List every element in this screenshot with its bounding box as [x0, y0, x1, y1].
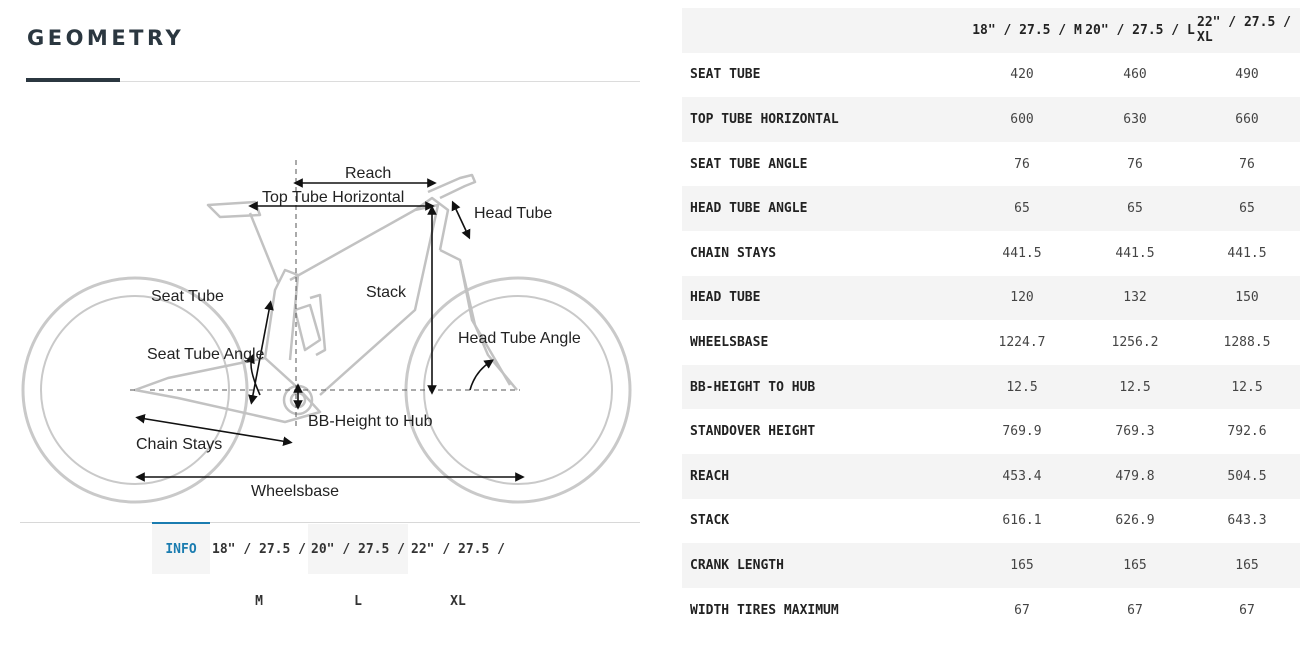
- row-label: TOP TUBE HORIZONTAL: [690, 111, 839, 127]
- chain-stays-label: Chain Stays: [136, 436, 222, 453]
- row-label: BB-HEIGHT TO HUB: [690, 379, 816, 395]
- title-accent-bar: [26, 78, 120, 82]
- tab-info[interactable]: INFO: [152, 522, 210, 574]
- cell-value: 67: [1239, 602, 1255, 618]
- table-row: BB-HEIGHT TO HUB 12.5 12.5 12.5: [682, 364, 1300, 410]
- cell-value: 165: [1235, 557, 1259, 573]
- geometry-table: 18" / 27.5 / M 20" / 27.5 / L 22" / 27.5…: [682, 8, 1300, 632]
- cell-value: 453.4: [1002, 468, 1042, 484]
- row-label: HEAD TUBE: [690, 290, 761, 306]
- cell-value: 12.5: [1119, 379, 1151, 395]
- cell-value: 441.5: [1227, 245, 1267, 261]
- cell-value: 769.3: [1115, 424, 1155, 440]
- cell-value: 65: [1127, 201, 1143, 217]
- stack-label: Stack: [366, 284, 407, 301]
- cell-value: 616.1: [1002, 513, 1042, 529]
- cell-value: 660: [1235, 111, 1259, 127]
- head-tube-label: Head Tube: [474, 205, 552, 222]
- row-label: HEAD TUBE ANGLE: [690, 201, 808, 217]
- column-header-l: 20" / 27.5 / L: [1085, 22, 1195, 38]
- table-row: SEAT TUBE ANGLE 76 76 76: [682, 142, 1300, 187]
- row-label: WHEELSBASE: [690, 334, 769, 350]
- row-label: SEAT TUBE: [690, 67, 761, 83]
- cell-value: 643.3: [1227, 513, 1267, 529]
- table-row: SEAT TUBE 420 460 490: [682, 53, 1300, 98]
- cell-value: 12.5: [1231, 379, 1263, 395]
- cell-value: 460: [1123, 67, 1147, 83]
- tabs-divider: [20, 522, 640, 523]
- row-label: STANDOVER HEIGHT: [690, 424, 816, 440]
- bike-geometry-diagram: Reach Top Tube Horizontal Head Tube Seat…: [21, 160, 632, 504]
- cell-value: 626.9: [1115, 513, 1155, 529]
- cell-value: 76: [1239, 156, 1255, 172]
- table-row: WIDTH TIRES MAXIMUM 67 67 67: [682, 588, 1300, 633]
- cell-value: 441.5: [1002, 245, 1042, 261]
- cell-value: 600: [1010, 111, 1034, 127]
- table-row: WHEELSBASE 1224.7 1256.2 1288.5: [682, 320, 1300, 365]
- cell-value: 1256.2: [1111, 334, 1159, 350]
- table-row: CHAIN STAYS 441.5 441.5 441.5: [682, 231, 1300, 276]
- seat-tube-label: Seat Tube: [151, 288, 224, 305]
- wheelsbase-label: Wheelsbase: [251, 483, 339, 500]
- row-label: SEAT TUBE ANGLE: [690, 156, 808, 172]
- cell-value: 420: [1010, 67, 1034, 83]
- cell-value: 479.8: [1115, 468, 1155, 484]
- page-title: GEOMETRY: [27, 26, 185, 50]
- cell-value: 120: [1010, 290, 1034, 306]
- cell-value: 769.9: [1002, 424, 1042, 440]
- table-row: TOP TUBE HORIZONTAL 600 630 660: [682, 97, 1300, 142]
- table-row: STANDOVER HEIGHT 769.9 769.3 792.6: [682, 409, 1300, 454]
- cell-value: 65: [1239, 201, 1255, 217]
- top-tube-horizontal-label: Top Tube Horizontal: [262, 189, 404, 206]
- bb-height-to-hub-label: BB-Height to Hub: [308, 413, 433, 430]
- cell-value: 165: [1123, 557, 1147, 573]
- row-label: STACK: [690, 513, 730, 529]
- cell-value: 67: [1127, 602, 1143, 618]
- row-label: WIDTH TIRES MAXIMUM: [690, 602, 839, 618]
- column-header-xl: 22" / 27.5 / XL: [1197, 15, 1291, 46]
- cell-value: 504.5: [1227, 468, 1267, 484]
- cell-value: 792.6: [1227, 424, 1267, 440]
- column-header-m: 18" / 27.5 / M: [972, 22, 1082, 38]
- table-row: HEAD TUBE 120 132 150: [682, 275, 1300, 321]
- head-tube-angle-label: Head Tube Angle: [458, 330, 581, 347]
- cell-value: 630: [1123, 111, 1147, 127]
- cell-value: 76: [1127, 156, 1143, 172]
- table-header-row: 18" / 27.5 / M 20" / 27.5 / L 22" / 27.5…: [682, 8, 1300, 53]
- table-row: HEAD TUBE ANGLE 65 65 65: [682, 186, 1300, 231]
- cell-value: 67: [1014, 602, 1030, 618]
- cell-value: 441.5: [1115, 245, 1155, 261]
- row-label: CRANK LENGTH: [690, 557, 784, 573]
- table-row: REACH 453.4 479.8 504.5: [682, 453, 1300, 499]
- cell-value: 165: [1010, 557, 1034, 573]
- table-row: CRANK LENGTH 165 165 165: [682, 543, 1300, 588]
- tab-size-l[interactable]: 20" / 27.5 / L: [308, 524, 408, 609]
- row-label: CHAIN STAYS: [690, 245, 777, 261]
- cell-value: 150: [1235, 290, 1259, 306]
- cell-value: 76: [1014, 156, 1030, 172]
- row-label: REACH: [690, 468, 730, 484]
- reach-label: Reach: [345, 165, 391, 182]
- cell-value: 132: [1123, 290, 1147, 306]
- cell-value: 490: [1235, 67, 1259, 83]
- tab-size-xl[interactable]: 22" / 27.5 / XL: [410, 524, 506, 609]
- cell-value: 1224.7: [998, 334, 1046, 350]
- tab-size-m[interactable]: 18" / 27.5 / M: [212, 524, 306, 609]
- cell-value: 65: [1014, 201, 1030, 217]
- cell-value: 12.5: [1006, 379, 1038, 395]
- seat-tube-angle-label: Seat Tube Angle: [147, 346, 265, 363]
- table-row: STACK 616.1 626.9 643.3: [682, 499, 1300, 544]
- cell-value: 1288.5: [1223, 334, 1271, 350]
